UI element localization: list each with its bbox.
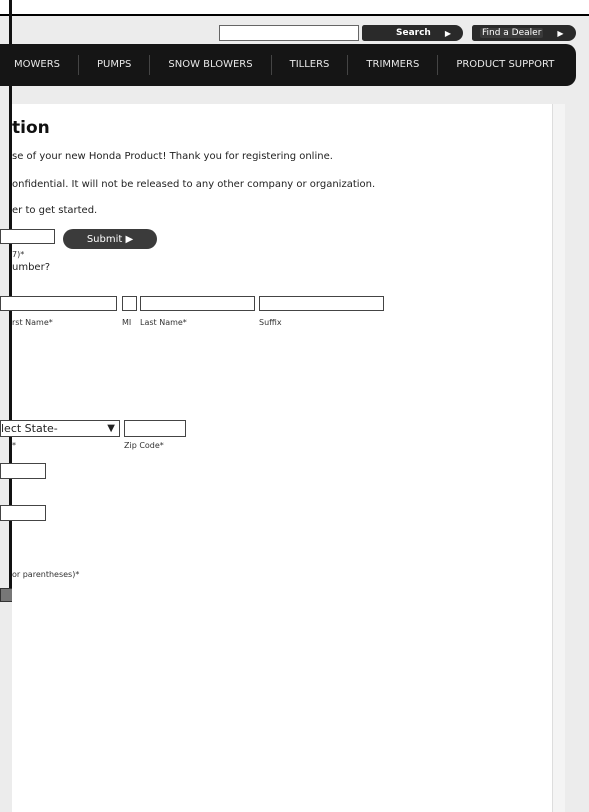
nav-item-pumps[interactable]: PUMPS	[79, 55, 151, 75]
middle-initial-input[interactable]	[122, 296, 137, 311]
state-label: *	[12, 441, 16, 450]
submit-button[interactable]: Submit ▶	[63, 229, 157, 249]
nav-item-trimmers[interactable]: TRIMMERS	[348, 55, 439, 75]
email-input[interactable]	[0, 505, 46, 521]
first-name-input[interactable]	[0, 296, 117, 311]
window-top-border	[0, 0, 589, 16]
intro-text: se of your new Honda Product! Thank you …	[12, 151, 333, 162]
mi-label: MI	[122, 318, 132, 327]
last-name-input[interactable]	[140, 296, 255, 311]
privacy-text: onfidential. It will not be released to …	[12, 179, 376, 190]
chevron-down-icon: ▼	[107, 423, 115, 434]
search-button[interactable]: Search ▶	[362, 25, 463, 41]
find-dealer-button[interactable]: Find a Dealer ▶	[472, 25, 576, 41]
zip-code-input[interactable]	[124, 420, 186, 437]
phone-format-hint: or parentheses)*	[12, 570, 80, 579]
arrow-right-icon: ▶	[444, 28, 451, 38]
phone-input[interactable]	[0, 463, 46, 479]
suffix-input[interactable]	[259, 296, 384, 311]
nav-item-snow-blowers[interactable]: SNOW BLOWERS	[150, 55, 272, 75]
zip-code-label: Zip Code*	[124, 441, 164, 450]
state-select[interactable]: lect State- ▼	[0, 420, 120, 437]
find-dealer-label: Find a Dealer	[480, 28, 544, 38]
nav-item-mowers[interactable]: MOWERS	[0, 55, 80, 75]
nav-item-tillers[interactable]: TILLERS	[272, 55, 349, 75]
page-title: tion	[12, 118, 50, 138]
arrow-right-icon: ▶	[557, 28, 564, 38]
page-right-edge	[552, 104, 565, 812]
last-name-label: Last Name*	[140, 318, 187, 327]
serial-help-link[interactable]: umber?	[12, 262, 50, 273]
serial-format-hint: 7)*	[12, 250, 25, 259]
main-navigation: MOWERS PUMPS SNOW BLOWERS TILLERS TRIMME…	[0, 44, 576, 86]
search-button-label: Search	[396, 28, 431, 38]
serial-number-input[interactable]	[0, 229, 55, 244]
instruction-text: er to get started.	[12, 205, 98, 216]
search-input[interactable]	[219, 25, 359, 41]
nav-item-product-support[interactable]: PRODUCT SUPPORT	[438, 55, 572, 75]
suffix-label: Suffix	[259, 318, 282, 327]
first-name-label: rst Name*	[12, 318, 53, 327]
state-select-value: lect State-	[1, 422, 58, 435]
